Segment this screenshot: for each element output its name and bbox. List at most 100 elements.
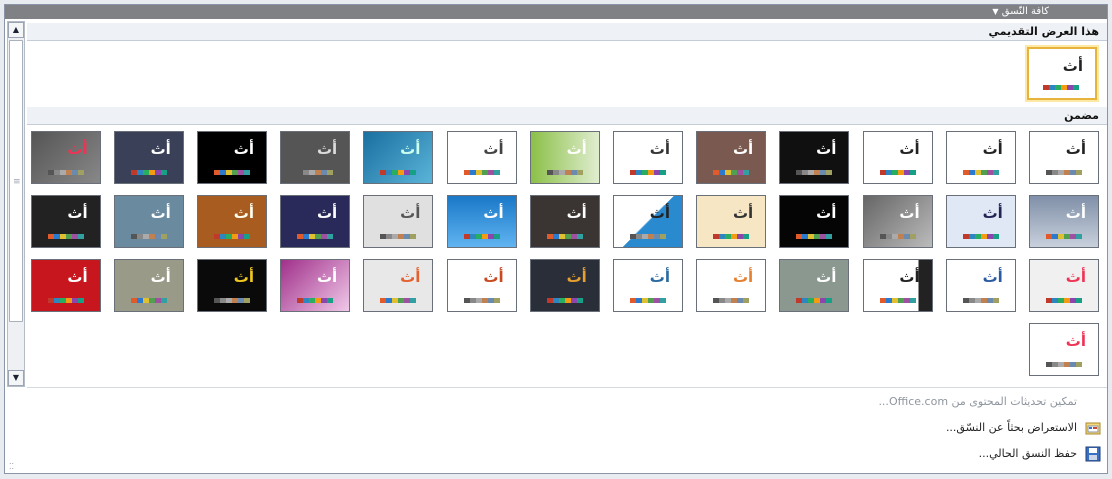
theme-sample-text: أث (1062, 57, 1083, 75)
vertical-scrollbar[interactable]: ▲ ≡ ▼ (7, 21, 25, 387)
save-theme-item[interactable]: حفظ النسق الحالي... (807, 442, 1107, 466)
theme-thumbnail[interactable]: أث (945, 131, 1016, 184)
theme-thumbnail[interactable]: أث (30, 259, 101, 312)
theme-sample-text: أث (816, 140, 837, 158)
theme-thumbnail[interactable]: أث (1029, 323, 1099, 376)
theme-sample-text: أث (483, 268, 504, 286)
theme-thumbnail[interactable]: أث (280, 131, 351, 184)
theme-color-strip (630, 298, 666, 303)
theme-color-strip (297, 298, 334, 303)
theme-color-strip (214, 234, 250, 239)
theme-thumbnail[interactable]: أث (280, 195, 351, 248)
theme-thumbnail[interactable]: أث (1029, 131, 1099, 184)
theme-color-strip (1043, 85, 1079, 90)
theme-thumbnail[interactable]: أث (113, 259, 184, 312)
theme-color-strip (962, 298, 999, 303)
theme-sample-text: أث (649, 140, 670, 158)
theme-thumbnail[interactable]: أث (862, 131, 933, 184)
gallery-title[interactable]: كافة النّسق ▼ (992, 5, 1049, 19)
theme-thumbnail[interactable]: أث (363, 195, 434, 248)
theme-thumbnail[interactable]: أث (862, 195, 933, 248)
theme-thumbnail[interactable]: أث (779, 131, 850, 184)
theme-sample-text: أث (649, 268, 670, 286)
theme-thumbnail[interactable]: أث (945, 259, 1016, 312)
browse-themes-item[interactable]: الاستعراض بحثاً عن النسّق... (807, 416, 1107, 440)
theme-thumbnail[interactable]: أث (696, 195, 767, 248)
theme-color-strip (214, 170, 250, 175)
theme-color-strip (1046, 170, 1082, 175)
theme-thumbnail[interactable]: أث (1027, 47, 1097, 100)
theme-sample-text: أث (400, 140, 421, 158)
browse-folder-icon (1085, 420, 1101, 436)
theme-sample-text: أث (899, 204, 920, 222)
theme-thumbnail[interactable]: أث (529, 259, 600, 312)
browse-themes-label: الاستعراض بحثاً عن النسّق... (945, 421, 1077, 434)
theme-sample-text: أث (483, 204, 504, 222)
scroll-up-arrow-icon[interactable]: ▲ (8, 22, 24, 38)
scrollbar-thumb[interactable]: ≡ (9, 40, 23, 322)
theme-sample-text: أث (982, 268, 1003, 286)
theme-thumbnail[interactable]: أث (197, 259, 267, 312)
themes-gallery-panel: كافة النّسق ▼ ▲ ≡ ▼ هذا العرض التقديمي م… (4, 4, 1108, 474)
section-header-current: هذا العرض التقديمي (27, 23, 1107, 41)
theme-color-strip (879, 234, 916, 239)
theme-thumbnail[interactable]: أث (696, 131, 767, 184)
theme-thumbnail[interactable]: أث (779, 195, 850, 248)
enable-updates-item: تمكين تحديثات المحتوى من Office.com... (807, 390, 1107, 414)
theme-color-strip (962, 234, 999, 239)
grip-icon: ≡ (13, 177, 21, 187)
theme-sample-text: أث (67, 268, 88, 286)
theme-sample-text: أث (899, 140, 920, 158)
theme-thumbnail[interactable]: أث (446, 131, 517, 184)
current-theme-area (27, 41, 1107, 107)
scroll-down-arrow-icon[interactable]: ▼ (8, 370, 24, 386)
resize-grip-icon[interactable]: ⁚⁚ (9, 462, 14, 471)
theme-color-strip (47, 170, 84, 175)
theme-color-strip (879, 298, 916, 303)
theme-sample-text: أث (899, 268, 920, 286)
theme-thumbnail[interactable]: أث (1029, 195, 1099, 248)
theme-thumbnail[interactable]: أث (529, 195, 600, 248)
theme-thumbnail[interactable]: أث (113, 131, 184, 184)
theme-thumbnail[interactable]: أث (197, 195, 267, 248)
theme-sample-text: أث (316, 140, 338, 158)
theme-thumbnail[interactable]: أث (613, 131, 683, 184)
theme-color-strip (380, 234, 417, 239)
theme-sample-text: أث (1065, 204, 1086, 222)
theme-thumbnail[interactable]: أث (613, 259, 683, 312)
theme-thumbnail[interactable]: أث (862, 259, 933, 312)
theme-thumbnail[interactable]: أث (363, 259, 434, 312)
theme-sample-text: أث (982, 140, 1003, 158)
theme-color-strip (713, 170, 750, 175)
theme-color-strip (1046, 234, 1082, 239)
theme-sample-text: أث (732, 140, 754, 158)
theme-thumbnail[interactable]: أث (696, 259, 767, 312)
theme-thumbnail[interactable]: أث (30, 195, 101, 248)
theme-thumbnail[interactable]: أث (113, 195, 184, 248)
theme-sample-text: أث (1065, 332, 1086, 350)
theme-thumbnail[interactable]: أث (613, 195, 683, 248)
theme-color-strip (546, 234, 583, 239)
theme-sample-text: أث (1065, 140, 1086, 158)
theme-color-strip (47, 298, 84, 303)
theme-color-strip (546, 298, 583, 303)
theme-color-strip (546, 170, 583, 175)
theme-thumbnail[interactable]: أث (30, 131, 101, 184)
theme-color-strip (796, 170, 833, 175)
theme-thumbnail[interactable]: أث (280, 259, 351, 312)
theme-color-strip (879, 170, 916, 175)
theme-thumbnail[interactable]: أث (1029, 259, 1099, 312)
theme-thumbnail[interactable]: أث (446, 259, 517, 312)
theme-thumbnail[interactable]: أث (779, 259, 850, 312)
theme-color-strip (297, 234, 334, 239)
theme-color-strip (962, 170, 999, 175)
theme-sample-text: أث (150, 140, 171, 158)
theme-thumbnail[interactable]: أث (363, 131, 434, 184)
theme-color-strip (713, 298, 750, 303)
theme-sample-text: أث (316, 268, 338, 286)
theme-color-strip (214, 298, 250, 303)
theme-thumbnail[interactable]: أث (945, 195, 1016, 248)
theme-thumbnail[interactable]: أث (446, 195, 517, 248)
theme-thumbnail[interactable]: أث (197, 131, 267, 184)
theme-thumbnail[interactable]: أث (529, 131, 600, 184)
